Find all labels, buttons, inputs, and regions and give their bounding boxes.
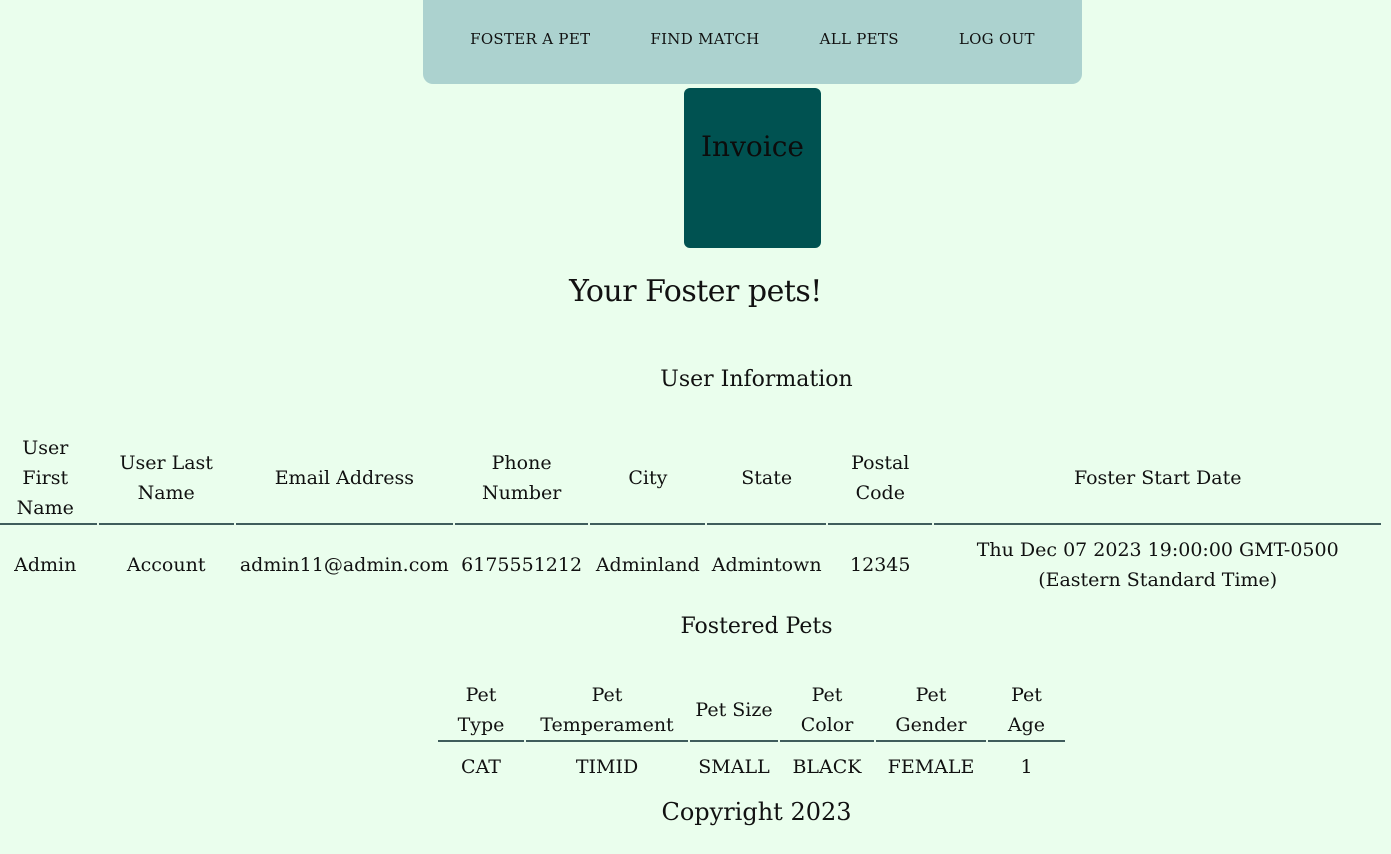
pets-table-header-row: Pet Type Pet Temperament Pet Size Pet Co… (438, 680, 1065, 742)
cell-state: Admintown (711, 554, 822, 576)
nav-log-out[interactable]: LOG OUT (929, 30, 1065, 48)
col-email: Email Address (235, 433, 453, 525)
cell-pet-type: CAT (461, 756, 501, 778)
cell-pet-size: SMALL (698, 756, 770, 778)
col-postal-code: Postal Code (828, 433, 933, 525)
nav-find-match[interactable]: FIND MATCH (620, 30, 789, 48)
cell-pet-color: BLACK (792, 756, 862, 778)
page: FOSTER A PET FIND MATCH ALL PETS LOG OUT… (0, 0, 1391, 854)
col-pet-gender: Pet Gender (876, 680, 986, 742)
user-table-header-row: User First Name User Last Name Email Add… (0, 433, 1381, 525)
page-title: Your Foster pets! (569, 274, 822, 309)
cell-pet-gender: FEMALE (887, 756, 975, 778)
fostered-pets-title: Fostered Pets (680, 614, 833, 639)
col-last-name: User Last Name (98, 433, 234, 525)
col-pet-size: Pet Size (690, 680, 778, 742)
invoice-label: Invoice (701, 130, 804, 163)
table-row: Admin Account admin11@admin.com 61755512… (0, 525, 1381, 605)
col-pet-age: Pet Age (988, 680, 1065, 742)
col-pet-temperament: Pet Temperament (526, 680, 688, 742)
footer-copyright: Copyright 2023 (661, 798, 852, 826)
fostered-pets-table: Pet Type Pet Temperament Pet Size Pet Co… (436, 680, 1067, 792)
col-pet-type: Pet Type (438, 680, 524, 742)
nav-foster-a-pet[interactable]: FOSTER A PET (440, 30, 620, 48)
col-pet-color: Pet Color (780, 680, 874, 742)
user-info-title: User Information (660, 367, 853, 392)
cell-last-name: Account (126, 554, 206, 576)
user-info-table: User First Name User Last Name Email Add… (0, 433, 1383, 605)
cell-phone: 6175551212 (461, 554, 583, 576)
cell-postal-code: 12345 (850, 554, 911, 576)
cell-foster-start-date: Thu Dec 07 2023 19:00:00 GMT-0500 (Easte… (976, 539, 1339, 591)
cell-city: Adminland (595, 554, 700, 576)
cell-pet-age: 1 (1020, 756, 1033, 778)
invoice-button[interactable]: Invoice (684, 88, 821, 248)
col-city: City (590, 433, 706, 525)
col-first-name: User First Name (0, 433, 97, 525)
top-navbar: FOSTER A PET FIND MATCH ALL PETS LOG OUT (423, 0, 1082, 84)
table-row: CAT TIMID SMALL BLACK FEMALE 1 (438, 742, 1065, 792)
nav-all-pets[interactable]: ALL PETS (790, 30, 929, 48)
col-phone: Phone Number (454, 433, 589, 525)
cell-pet-temperament: TIMID (575, 756, 639, 778)
cell-first-name: Admin (14, 554, 77, 576)
col-foster-start-date: Foster Start Date (934, 433, 1381, 525)
cell-email: admin11@admin.com (239, 554, 449, 576)
col-state: State (707, 433, 827, 525)
